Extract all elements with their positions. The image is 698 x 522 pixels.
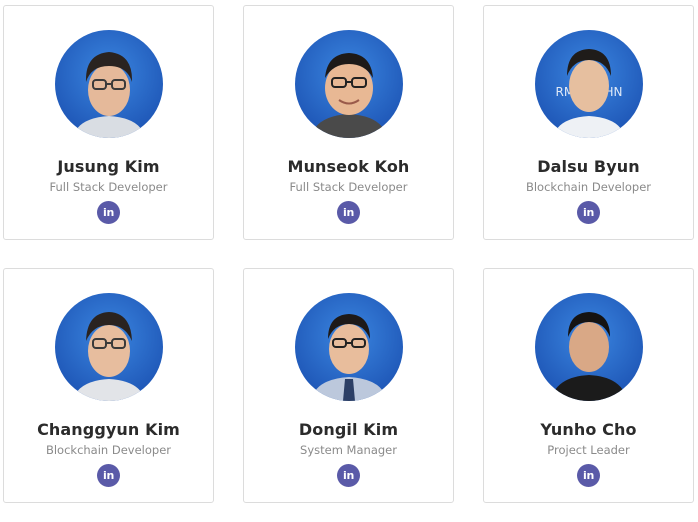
portrait-photo-icon — [54, 30, 163, 138]
team-card: Munseok Koh Full Stack Developer in — [243, 5, 454, 240]
team-grid: Jusung Kim Full Stack Developer in Munse… — [0, 0, 698, 522]
linkedin-icon[interactable]: in — [337, 201, 360, 224]
member-name: Yunho Cho — [540, 420, 637, 439]
member-name: Dalsu Byun — [537, 157, 640, 176]
portrait-photo-icon — [294, 30, 403, 138]
team-card: Changgyun Kim Blockchain Developer in — [3, 268, 214, 503]
avatar — [54, 293, 163, 401]
member-name: Munseok Koh — [287, 157, 410, 176]
avatar — [54, 30, 163, 138]
avatar — [294, 30, 403, 138]
linkedin-icon[interactable]: in — [337, 464, 360, 487]
member-role: Blockchain Developer — [45, 443, 172, 457]
linkedin-icon[interactable]: in — [577, 201, 600, 224]
portrait-photo-icon — [534, 293, 643, 401]
member-role: System Manager — [300, 443, 397, 457]
member-name: Changgyun Kim — [37, 420, 180, 439]
linkedin-icon[interactable]: in — [97, 201, 120, 224]
linkedin-icon[interactable]: in — [97, 464, 120, 487]
member-role: Full Stack Developer — [289, 180, 408, 194]
member-role: Blockchain Developer — [525, 180, 652, 194]
team-card: Dongil Kim System Manager in — [243, 268, 454, 503]
team-card: RMATI CHN Dalsu Byun Blockchain Develope… — [483, 5, 694, 240]
portrait-photo-icon — [54, 293, 163, 401]
avatar — [534, 293, 643, 401]
avatar — [294, 293, 403, 401]
member-role: Full Stack Developer — [49, 180, 168, 194]
linkedin-icon[interactable]: in — [577, 464, 600, 487]
team-card: Yunho Cho Project Leader in — [483, 268, 694, 503]
avatar: RMATI CHN — [534, 30, 643, 138]
member-name: Jusung Kim — [57, 157, 160, 176]
portrait-photo-icon: RMATI CHN — [534, 30, 643, 138]
member-role: Project Leader — [547, 443, 630, 457]
portrait-photo-icon — [294, 293, 403, 401]
member-name: Dongil Kim — [298, 420, 399, 439]
team-card: Jusung Kim Full Stack Developer in — [3, 5, 214, 240]
